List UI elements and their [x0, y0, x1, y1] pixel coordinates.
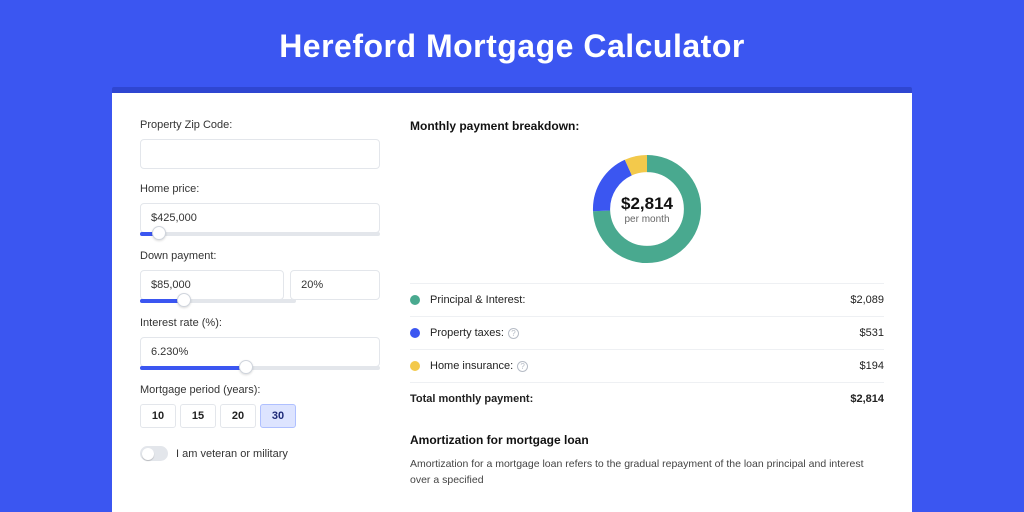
legend-row-taxes: Property taxes: ? $531 [410, 317, 884, 350]
interest-slider[interactable] [140, 366, 380, 370]
down-payment-slider-thumb[interactable] [177, 293, 191, 307]
down-payment-block: Down payment: [140, 250, 380, 303]
period-btn-30[interactable]: 30 [260, 404, 296, 428]
info-icon[interactable]: ? [508, 328, 519, 339]
down-payment-slider[interactable] [140, 299, 296, 303]
home-price-slider[interactable] [140, 232, 380, 236]
period-btn-15[interactable]: 15 [180, 404, 216, 428]
home-price-label: Home price: [140, 183, 380, 195]
form-column: Property Zip Code: Home price: Down paym… [140, 119, 380, 487]
veteran-label: I am veteran or military [176, 448, 288, 460]
period-label: Mortgage period (years): [140, 384, 380, 396]
donut-chart: $2,814 per month [587, 149, 707, 269]
amortization-block: Amortization for mortgage loan Amortizat… [410, 433, 884, 489]
breakdown-column: Monthly payment breakdown: $2,814 per mo… [410, 119, 884, 487]
period-options: 10 15 20 30 [140, 404, 380, 428]
legend-val-total: $2,814 [850, 393, 884, 405]
legend-label-taxes: Property taxes: ? [430, 327, 860, 339]
period-btn-20[interactable]: 20 [220, 404, 256, 428]
legend-row-insurance: Home insurance: ? $194 [410, 350, 884, 383]
home-price-input[interactable] [140, 203, 380, 233]
down-payment-label: Down payment: [140, 250, 380, 262]
legend-label-principal: Principal & Interest: [430, 294, 850, 306]
amortization-text: Amortization for a mortgage loan refers … [410, 457, 884, 489]
legend-row-principal: Principal & Interest: $2,089 [410, 284, 884, 317]
veteran-toggle[interactable] [140, 446, 168, 461]
down-payment-input[interactable] [140, 270, 284, 300]
donut-amount: $2,814 [621, 194, 673, 214]
veteran-row: I am veteran or military [140, 446, 380, 461]
donut-wrap: $2,814 per month [410, 143, 884, 283]
home-price-slider-thumb[interactable] [152, 226, 166, 240]
interest-block: Interest rate (%): [140, 317, 380, 370]
home-price-block: Home price: [140, 183, 380, 236]
zip-field-block: Property Zip Code: [140, 119, 380, 169]
breakdown-title: Monthly payment breakdown: [410, 119, 884, 133]
donut-center: $2,814 per month [587, 149, 707, 269]
period-block: Mortgage period (years): 10 15 20 30 [140, 384, 380, 428]
legend-val-taxes: $531 [860, 327, 884, 339]
interest-label: Interest rate (%): [140, 317, 380, 329]
legend-dot-insurance [410, 361, 420, 371]
zip-input[interactable] [140, 139, 380, 169]
interest-slider-thumb[interactable] [239, 360, 253, 374]
legend-val-insurance: $194 [860, 360, 884, 372]
legend-dot-taxes [410, 328, 420, 338]
interest-input[interactable] [140, 337, 380, 367]
interest-slider-fill [140, 366, 246, 370]
legend-dot-principal [410, 295, 420, 305]
down-payment-pct-input[interactable] [290, 270, 380, 300]
legend-row-total: Total monthly payment: $2,814 [410, 383, 884, 415]
legend: Principal & Interest: $2,089 Property ta… [410, 283, 884, 415]
legend-val-principal: $2,089 [850, 294, 884, 306]
zip-label: Property Zip Code: [140, 119, 380, 131]
donut-sub: per month [624, 214, 669, 225]
info-icon[interactable]: ? [517, 361, 528, 372]
calculator-card: Property Zip Code: Home price: Down paym… [112, 93, 912, 512]
amortization-title: Amortization for mortgage loan [410, 433, 884, 447]
legend-label-insurance: Home insurance: ? [430, 360, 860, 372]
page-title: Hereford Mortgage Calculator [0, 0, 1024, 87]
legend-label-total: Total monthly payment: [410, 393, 850, 405]
period-btn-10[interactable]: 10 [140, 404, 176, 428]
